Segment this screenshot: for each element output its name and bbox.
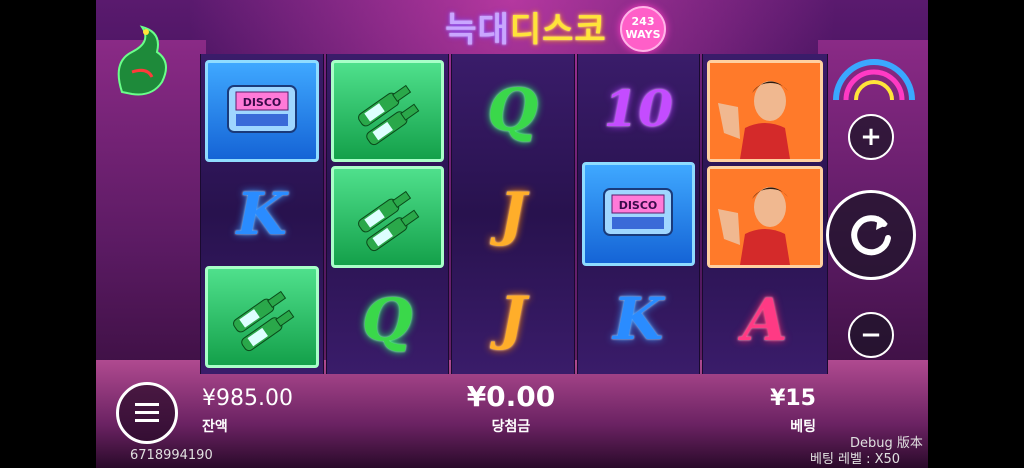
pager-text: DISCO: [619, 199, 658, 212]
soju-bottles-icon: [358, 190, 420, 252]
minus-icon: −: [860, 320, 882, 350]
reel-3: Q J J: [451, 54, 575, 374]
win-label: 당첨금: [491, 419, 531, 435]
hud-bar: ¥985.00 잔액 ¥0.00 당첨금 ¥15 베팅 6718994190 D…: [96, 378, 928, 468]
spin-button[interactable]: [826, 190, 916, 280]
bet-value: ¥15: [770, 386, 816, 411]
ways-badge: 243 WAYS: [620, 6, 666, 52]
man-portrait-icon: [710, 63, 820, 159]
soju-bottles-icon: [358, 84, 420, 146]
title-part1: 늑대: [445, 10, 510, 50]
title-part2: 디스코: [509, 10, 607, 50]
disco-pager-symbol: DISCO: [205, 60, 319, 162]
reel-4: 10 DISCO K: [576, 54, 700, 374]
disco-pager-symbol: DISCO: [581, 162, 695, 266]
pager-icon: DISCO: [603, 188, 674, 236]
pager-text: DISCO: [242, 96, 281, 109]
j-symbol: J: [456, 164, 570, 264]
increase-bet-button[interactable]: +: [848, 114, 894, 160]
q-letter: Q: [487, 76, 539, 144]
j-symbol: J: [456, 268, 570, 368]
bet-label: 베팅: [790, 419, 816, 435]
balance-label: 잔액: [202, 419, 228, 435]
hamburger-icon: [135, 403, 159, 422]
q-letter: Q: [361, 286, 413, 354]
ways-number: 243: [631, 15, 655, 28]
k-letter: K: [613, 285, 664, 353]
j-letter: J: [499, 284, 527, 352]
wolf-man-symbol: [707, 60, 823, 162]
neon-arch-icon: [833, 59, 915, 101]
bet-level: 베팅 레벨 : X50: [810, 452, 901, 467]
game-title: 늑대디스코: [396, 2, 656, 50]
k-letter: K: [236, 180, 287, 248]
man-portrait-icon: [710, 169, 820, 265]
plus-icon: +: [860, 122, 882, 152]
reel-2: Q: [325, 54, 449, 374]
decrease-bet-button[interactable]: −: [848, 312, 894, 358]
reel-5: A: [702, 54, 828, 374]
menu-button[interactable]: [116, 382, 178, 444]
ways-label: WAYS: [625, 28, 661, 41]
wolf-man-symbol: [707, 166, 823, 268]
j-letter: J: [499, 180, 527, 248]
win-value: ¥0.00: [466, 380, 556, 413]
neon-dragon-icon: [117, 25, 167, 96]
pager-icon: DISCO: [226, 85, 297, 133]
balance-value: ¥985.00: [202, 386, 293, 411]
q-symbol: Q: [331, 272, 445, 368]
a-symbol: A: [707, 272, 823, 368]
ten-letter: 10: [603, 79, 674, 138]
k-symbol: K: [205, 166, 319, 262]
reel-1: DISCO K: [200, 54, 324, 374]
soju-bottles-symbol: [330, 60, 444, 162]
spin-arrow-icon: [851, 215, 891, 256]
q-symbol: Q: [456, 60, 570, 160]
soju-bottles-icon: [232, 290, 295, 352]
session-id: 6718994190: [130, 448, 213, 463]
soju-bottles-symbol: [330, 166, 444, 268]
ten-symbol: 10: [582, 60, 696, 158]
game-stage: 늑대디스코 243 WAYS DISCO K Q Q J J 10 DISCO …: [96, 0, 928, 468]
reel-grid: DISCO K Q Q J J 10 DISCO K A: [200, 54, 828, 374]
soju-bottles-symbol: [205, 266, 319, 368]
a-letter: A: [742, 286, 788, 354]
k-symbol: K: [582, 270, 696, 368]
